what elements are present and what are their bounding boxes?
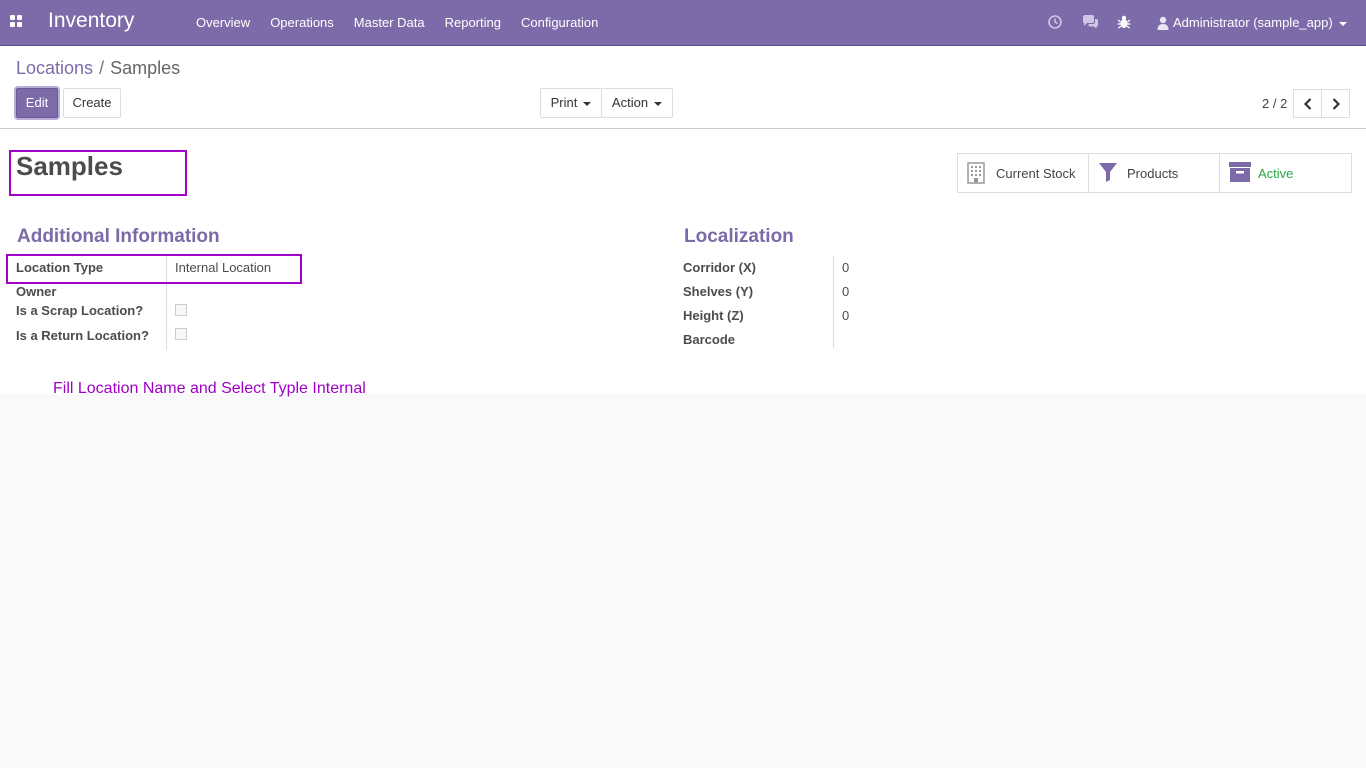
- chat-icon[interactable]: [1082, 14, 1098, 30]
- clock-icon[interactable]: [1047, 14, 1063, 30]
- additional-information-title: Additional Information: [17, 226, 220, 247]
- menu-configuration[interactable]: Configuration: [511, 0, 608, 45]
- scrap-location-checkbox[interactable]: [175, 304, 187, 316]
- active-label: Active: [1258, 166, 1294, 181]
- top-navbar: Inventory Overview Operations Master Dat…: [0, 0, 1366, 46]
- barcode-label: Barcode: [683, 332, 736, 347]
- location-type-value: Internal Location: [175, 260, 272, 275]
- pager-value[interactable]: 2 / 2: [1262, 96, 1287, 111]
- chevron-right-icon: [1332, 98, 1341, 110]
- products-button[interactable]: Products: [1089, 154, 1220, 192]
- chevron-down-icon: [1338, 21, 1347, 26]
- user-menu[interactable]: Administrator (sample_app): [1157, 0, 1347, 45]
- pager-next-button[interactable]: [1321, 89, 1350, 118]
- chevron-left-icon: [1303, 98, 1312, 110]
- return-location-label: Is a Return Location?: [16, 328, 149, 343]
- breadcrumb: Locations / Samples: [16, 58, 180, 79]
- action-button[interactable]: Action: [601, 88, 673, 118]
- main-menu: Overview Operations Master Data Reportin…: [186, 0, 608, 45]
- menu-reporting[interactable]: Reporting: [435, 0, 511, 45]
- print-button[interactable]: Print: [540, 88, 602, 118]
- corridor-label: Corridor (X): [683, 260, 756, 275]
- app-brand[interactable]: Inventory: [48, 9, 134, 33]
- form-sheet: Samples Current Stock Products Active Ad…: [0, 129, 1366, 397]
- filter-icon: [1099, 163, 1117, 182]
- building-icon: [967, 162, 985, 184]
- localization-title: Localization: [684, 226, 794, 247]
- corridor-value: 0: [842, 260, 850, 275]
- chevron-down-icon: [654, 101, 663, 106]
- breadcrumb-locations[interactable]: Locations: [16, 58, 93, 78]
- location-type-label: Location Type: [16, 260, 104, 275]
- chevron-down-icon: [583, 101, 592, 106]
- pager-previous-button[interactable]: [1293, 89, 1322, 118]
- current-stock-button[interactable]: Current Stock: [958, 154, 1089, 192]
- control-panel: Locations / Samples Edit Create Print Acti…: [0, 46, 1366, 129]
- smart-button-box: Current Stock Products Active: [957, 153, 1352, 193]
- menu-operations[interactable]: Operations: [260, 0, 344, 45]
- height-label: Height (Z): [683, 308, 744, 323]
- action-label: Action: [611, 95, 649, 110]
- products-label: Products: [1127, 166, 1179, 181]
- bug-icon[interactable]: [1116, 14, 1132, 30]
- return-location-checkbox[interactable]: [175, 328, 187, 340]
- breadcrumb-separator: /: [99, 58, 105, 78]
- apps-menu-icon[interactable]: [10, 15, 24, 29]
- height-value: 0: [842, 308, 850, 323]
- scrap-location-label: Is a Scrap Location?: [16, 303, 144, 318]
- breadcrumb-current: Samples: [110, 58, 181, 78]
- menu-overview[interactable]: Overview: [186, 0, 260, 45]
- edit-button[interactable]: Edit: [16, 88, 58, 118]
- tutorial-annotation: Fill Location Name and Select Typle Inte…: [53, 380, 366, 397]
- user-name: Administrator (sample_app): [1173, 15, 1333, 30]
- shelves-label: Shelves (Y): [683, 284, 754, 299]
- user-icon: [1157, 16, 1169, 30]
- print-label: Print: [550, 95, 578, 110]
- field-divider: [833, 256, 834, 348]
- location-name: Samples: [16, 151, 123, 181]
- menu-master-data[interactable]: Master Data: [344, 0, 435, 45]
- current-stock-label: Current Stock: [996, 166, 1076, 181]
- shelves-value: 0: [842, 284, 850, 299]
- create-button[interactable]: Create: [63, 88, 121, 118]
- owner-label: Owner: [16, 284, 57, 299]
- active-toggle-button[interactable]: Active: [1220, 154, 1351, 192]
- archive-icon: [1229, 162, 1251, 182]
